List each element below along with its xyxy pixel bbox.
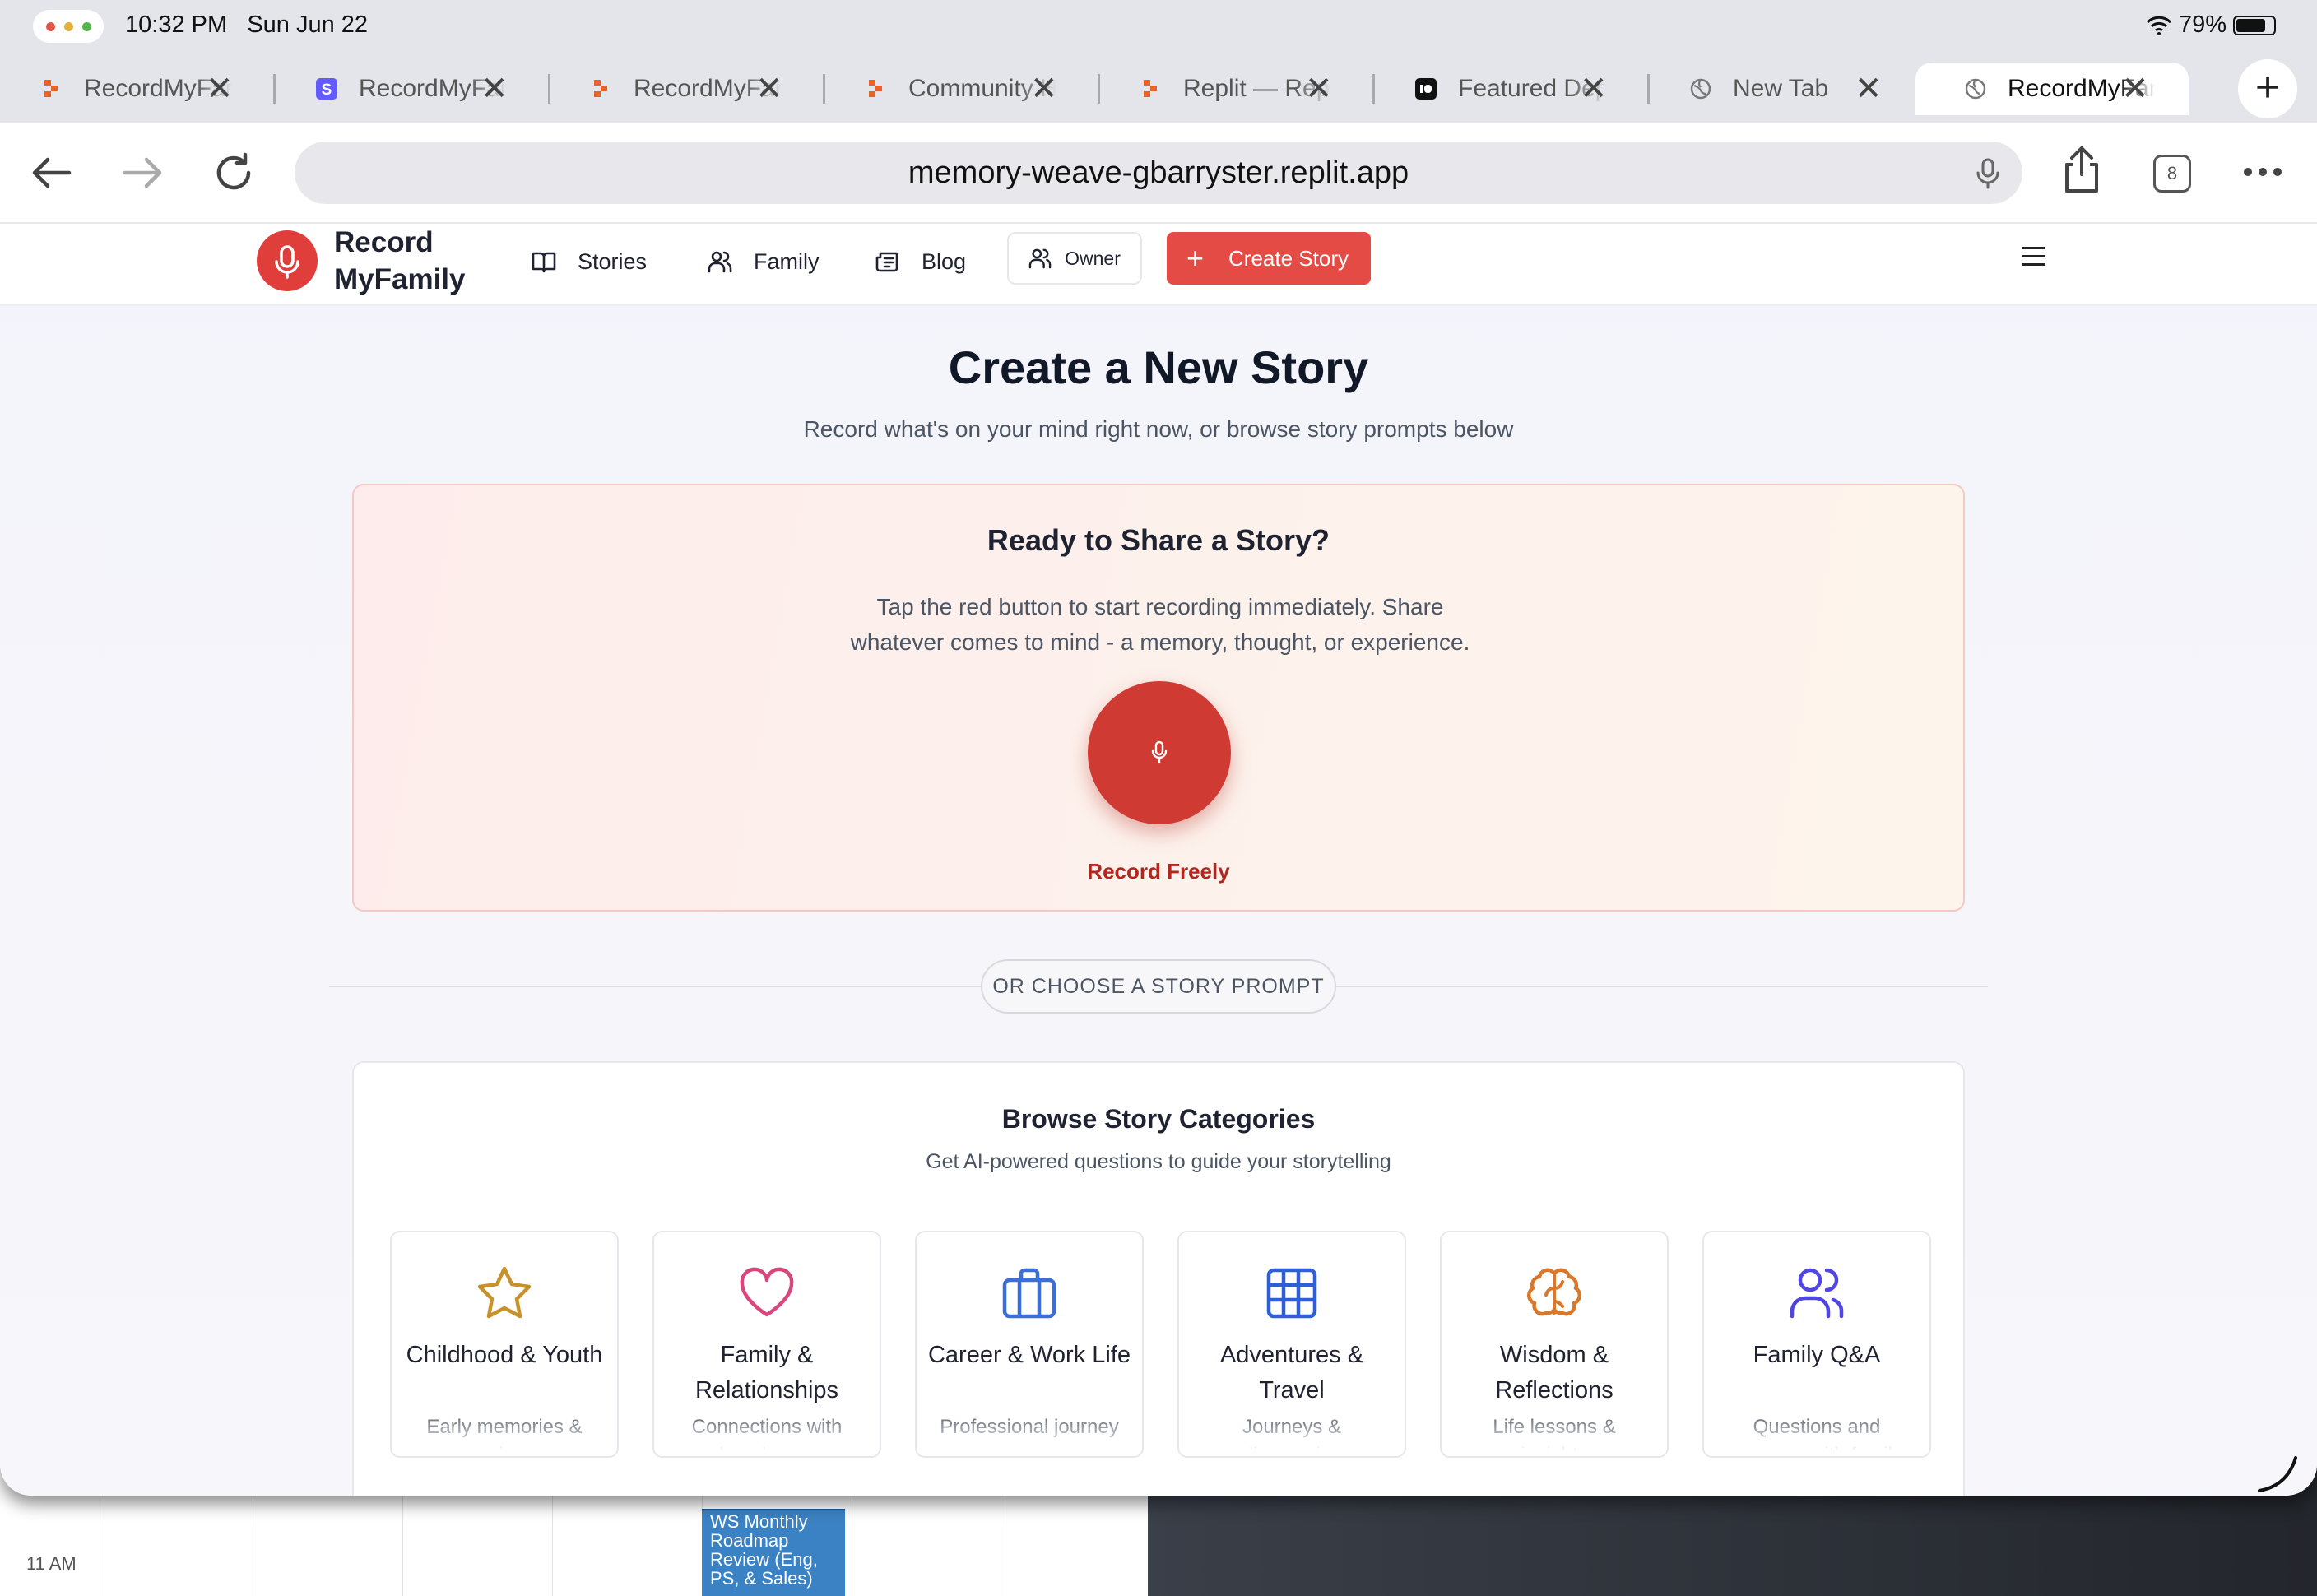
reload-icon[interactable]	[212, 151, 255, 194]
status-time: 10:32 PM Sun Jun 22	[125, 12, 369, 38]
share-icon[interactable]	[2062, 145, 2101, 194]
book-icon	[532, 252, 556, 273]
browser-window: 10:32 PM Sun Jun 22 79% RecordMyFamily✕S…	[0, 0, 2317, 1496]
replit-icon	[591, 78, 612, 100]
category-card[interactable]: Family & RelationshipsConnections with l…	[652, 1231, 881, 1458]
plus-icon: +	[1186, 241, 1205, 275]
browse-subtitle: Get AI-powered questions to guide your s…	[926, 1150, 1391, 1173]
category-card[interactable]: Childhood & YouthEarly memories & growin…	[390, 1231, 619, 1458]
browser-chrome: 10:32 PM Sun Jun 22 79% RecordMyFamily✕S…	[0, 0, 2317, 123]
category-card[interactable]: Family Q&AQuestions and answers with fam…	[1702, 1231, 1931, 1458]
close-icon[interactable]: ✕	[481, 72, 508, 105]
wifi-icon	[2146, 16, 2172, 35]
new-tab-button[interactable]: +	[2238, 59, 2297, 118]
ready-card-text: Tap the red button to start recording im…	[850, 594, 1470, 655]
tab-5[interactable]: Replit — Replit✕	[1099, 63, 1375, 115]
close-icon[interactable]: ✕	[1855, 72, 1883, 105]
category-name: Family Q&A	[1753, 1342, 1881, 1368]
logo-mic-icon[interactable]	[257, 230, 318, 291]
close-icon[interactable]: ✕	[1580, 72, 1608, 105]
hamburger-menu-icon[interactable]	[2022, 247, 2045, 266]
stripe-icon: S	[316, 78, 337, 100]
tab-3[interactable]: RecordMyFamily✕	[550, 63, 825, 115]
users-icon	[1028, 248, 1052, 269]
category-name: Career & Work Life	[927, 1342, 1131, 1368]
tab-8[interactable]: RecordMyFamily✕	[1915, 63, 2189, 115]
browser-toolbar: memory-weave-gbarryster.replit.app 8	[0, 123, 2317, 224]
nav-family[interactable]: Family	[708, 244, 820, 280]
forward-icon[interactable]	[122, 155, 165, 191]
deploy-icon	[1415, 78, 1437, 100]
calendar-event[interactable]: WS Monthly Roadmap Review (Eng, PS, & Sa…	[702, 1509, 845, 1596]
tab-2[interactable]: SRecordMyFamily✕	[275, 63, 550, 115]
replit-icon	[41, 78, 63, 100]
category-name: Adventures & Travel	[1219, 1342, 1364, 1403]
globe-icon	[1690, 78, 1711, 100]
tab-6[interactable]: Featured Deployments✕	[1374, 63, 1650, 115]
resize-handle-icon[interactable]	[2254, 1450, 2301, 1496]
close-icon[interactable]: ✕	[206, 72, 234, 105]
page-subtitle: Record what's on your mind right now, or…	[803, 416, 1514, 442]
web-page: Record MyFamily Stories Family Blog Owne…	[0, 224, 2317, 1496]
battery-percent: 79%	[2178, 12, 2226, 38]
status-icons: 79%	[2146, 12, 2276, 39]
globe-icon	[1965, 78, 1986, 100]
category-name: Wisdom & Reflections	[1495, 1342, 1614, 1403]
more-icon[interactable]	[2243, 166, 2282, 178]
category-name: Family & Relationships	[694, 1342, 839, 1403]
create-story-button[interactable]: + Create Story	[1167, 232, 1371, 285]
users-icon	[708, 251, 732, 273]
browse-title: Browse Story Categories	[1001, 1104, 1316, 1134]
close-icon[interactable]: ✕	[1030, 72, 1058, 105]
category-card[interactable]: Adventures & TravelJourneys & discoverie…	[1177, 1231, 1406, 1458]
logo-text[interactable]: Record MyFamily	[334, 224, 466, 298]
ready-card-title: Ready to Share a Story?	[987, 523, 1330, 557]
category-card[interactable]: Wisdom & ReflectionsLife lessons & insig…	[1440, 1231, 1669, 1458]
microphone-icon[interactable]	[1971, 156, 2004, 189]
replit-icon	[1140, 78, 1162, 100]
close-icon[interactable]: ✕	[2121, 72, 2149, 105]
page-title: Create a New Story	[948, 341, 1369, 393]
tab-4[interactable]: Community Hub✕	[824, 63, 1100, 115]
back-icon[interactable]	[30, 155, 72, 191]
battery-icon	[2233, 15, 2276, 35]
newspaper-icon	[875, 252, 898, 272]
svg-text:S: S	[322, 81, 332, 99]
tab-7[interactable]: New Tab ✕	[1649, 63, 1924, 115]
nav-stories[interactable]: Stories	[532, 244, 647, 280]
site-navbar: Record MyFamily Stories Family Blog Owne…	[0, 224, 2317, 306]
record-freely-label[interactable]: Record Freely	[354, 859, 1963, 884]
address-bar[interactable]: memory-weave-gbarryster.replit.app	[295, 142, 2022, 204]
url-text: memory-weave-gbarryster.replit.app	[908, 155, 1409, 190]
microphone-icon	[1151, 740, 1168, 764]
calendar-time-label: 11 AM	[26, 1553, 77, 1574]
tab-1[interactable]: RecordMyFamily✕	[0, 63, 276, 115]
replit-icon	[866, 78, 887, 100]
close-icon[interactable]: ✕	[755, 72, 783, 105]
category-name: Childhood & Youth	[406, 1342, 603, 1368]
tab-count-button[interactable]: 8	[2153, 155, 2191, 193]
window-controls[interactable]	[33, 10, 104, 43]
record-freely-card: Ready to Share a Story? Tap the red butt…	[352, 484, 1965, 912]
browse-categories-card: Browse Story Categories Get AI-powered q…	[352, 1061, 1965, 1496]
owner-button[interactable]: Owner	[1007, 232, 1142, 285]
record-button[interactable]	[1088, 681, 1231, 824]
choose-prompt-label: OR CHOOSE A STORY PROMPT	[981, 959, 1336, 1014]
close-icon[interactable]: ✕	[1305, 72, 1333, 105]
nav-blog[interactable]: Blog	[875, 244, 966, 280]
category-card[interactable]: Career & Work LifeProfessional journey	[915, 1231, 1144, 1458]
